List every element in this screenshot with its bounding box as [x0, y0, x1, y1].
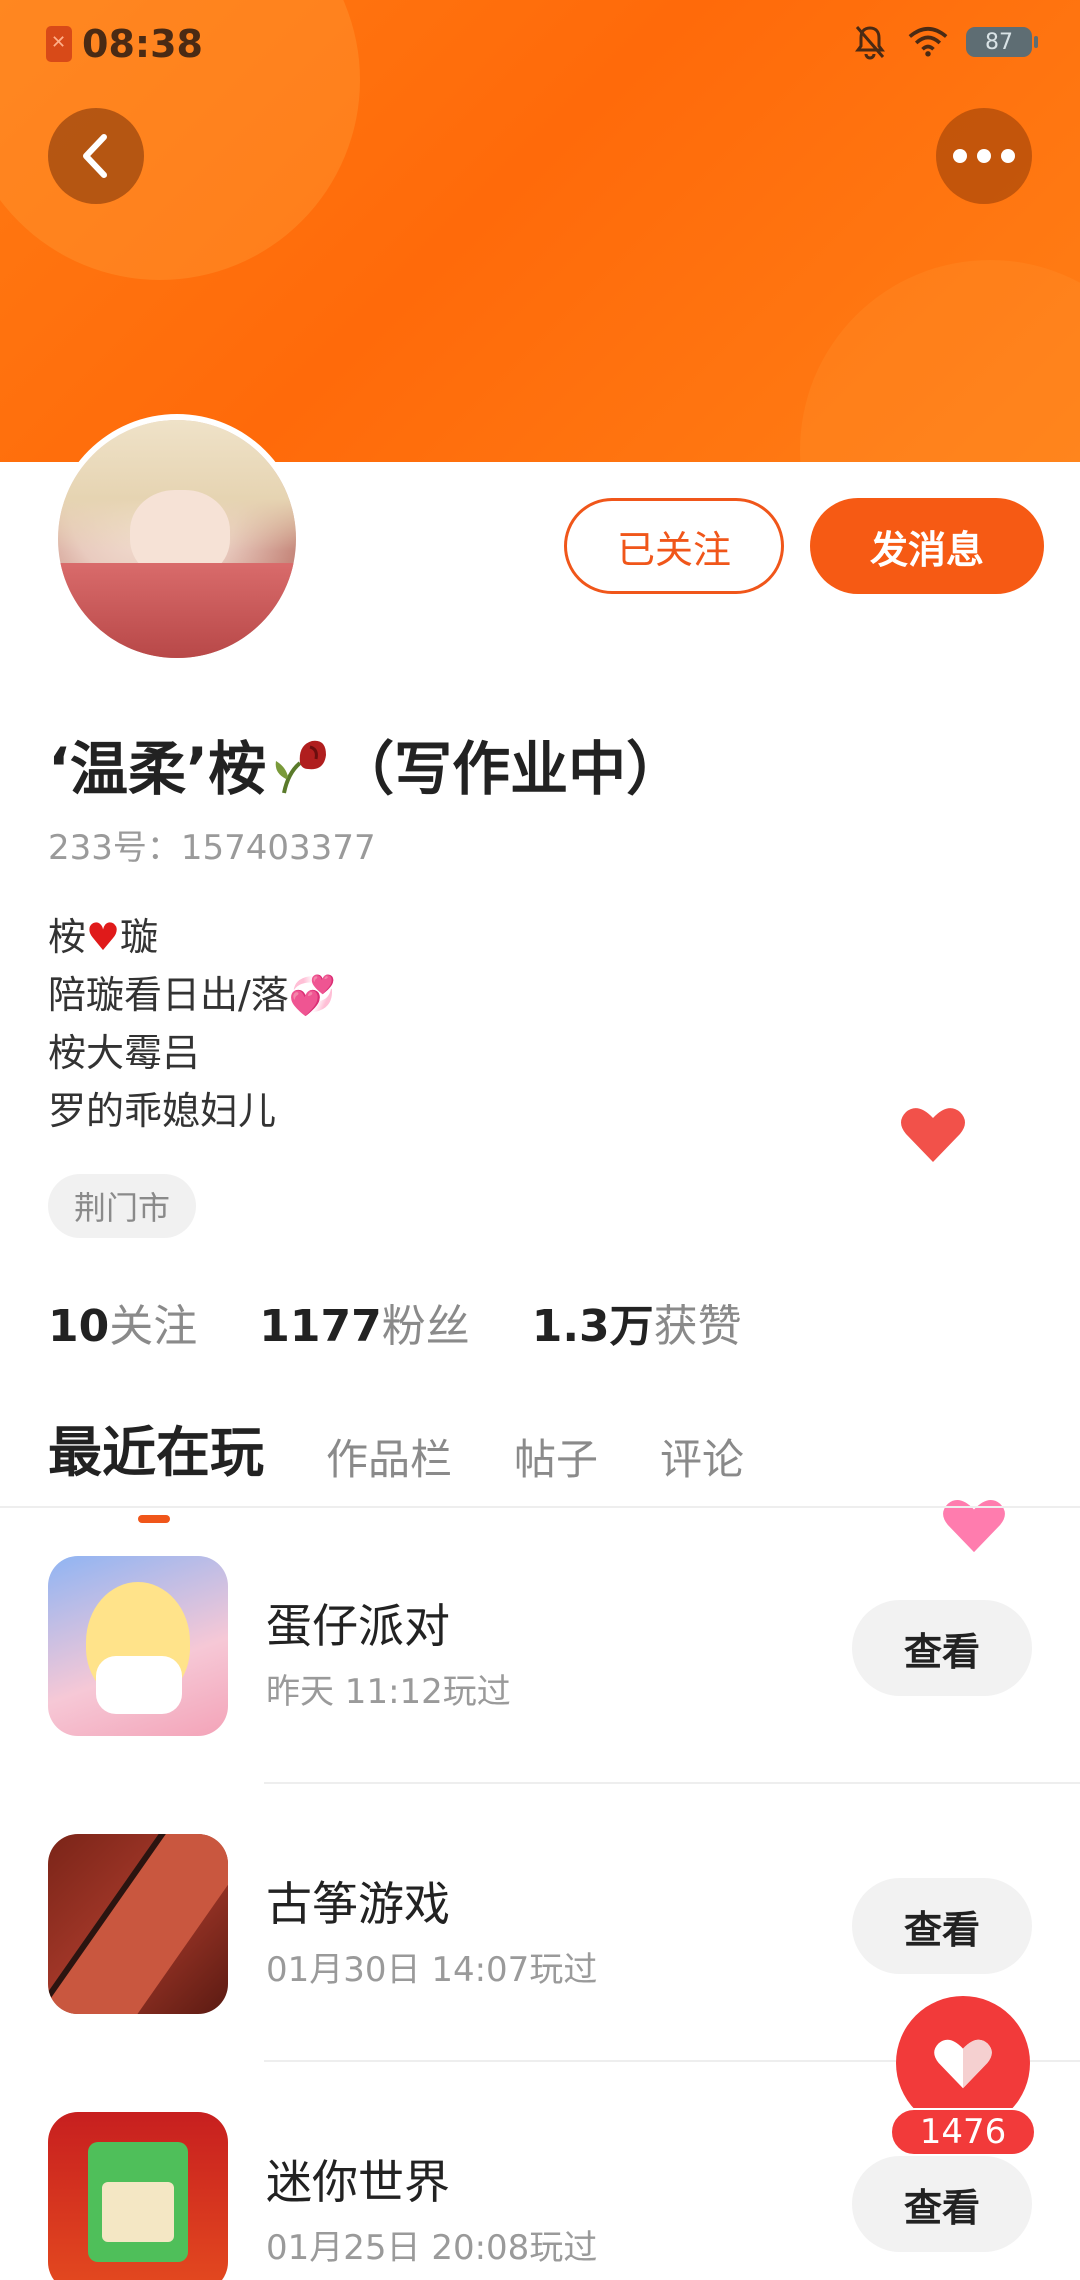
divider: [264, 1782, 1080, 1784]
user-id: 233号：157403377: [48, 828, 376, 868]
game-title: 蛋仔派对: [266, 1599, 450, 1653]
banner-decoration: [800, 260, 1080, 462]
icon-shape: [96, 1656, 182, 1714]
likes-label: 获赞: [653, 1301, 742, 1352]
profile-tabs: 最近在玩 作品栏 帖子 评论: [48, 1408, 744, 1523]
following-count: 10: [48, 1301, 110, 1352]
more-dots-icon: [953, 149, 1015, 163]
bio-line: 罗的乖媳妇儿: [48, 1089, 277, 1133]
tab-comments[interactable]: 评论: [660, 1426, 744, 1487]
avatar[interactable]: [52, 414, 302, 664]
divider: [0, 1506, 1080, 1508]
tab-posts[interactable]: 帖子: [514, 1426, 598, 1487]
heart-icon: [934, 2039, 992, 2089]
avatar-coat: [58, 562, 296, 658]
view-button[interactable]: 查看: [852, 1878, 1032, 1974]
fans-stat[interactable]: 1177粉丝: [259, 1290, 469, 1354]
last-played: 01月30日 14:07玩过: [266, 1950, 598, 1990]
location-tag: 荆门市: [48, 1174, 197, 1238]
bio-text: 璇: [120, 915, 159, 959]
followed-button[interactable]: 已关注: [564, 498, 784, 594]
battery-icon: 87: [966, 27, 1038, 57]
profile-page: 08:38 87: [0, 0, 1080, 2280]
likes-stat[interactable]: 1.3万获赞: [532, 1290, 742, 1354]
profile-name-prefix: ‘温柔’桉: [48, 735, 267, 803]
profile-stats: 10关注 1177粉丝 1.3万获赞: [48, 1290, 742, 1354]
more-button[interactable]: [936, 108, 1032, 204]
view-button[interactable]: 查看: [852, 2156, 1032, 2252]
avatar-image: [58, 420, 296, 658]
game-icon: [48, 2112, 228, 2280]
no-sim-icon: [46, 26, 72, 62]
game-title: 古筝游戏: [266, 1877, 450, 1931]
status-bar-right: 87: [850, 22, 1038, 62]
following-stat[interactable]: 10关注: [48, 1290, 197, 1354]
profile-name-suffix: （写作业中）: [336, 735, 685, 803]
last-played: 01月25日 20:08玩过: [266, 2228, 598, 2268]
list-item[interactable]: 蛋仔派对 昨天 11:12玩过 查看: [0, 1536, 1080, 1814]
bio-text: 桉: [48, 915, 87, 959]
bio-line: 陪璇看日出/落💞: [48, 973, 337, 1017]
bio-line: 桉♥璇: [48, 908, 336, 966]
game-title: 迷你世界: [266, 2155, 450, 2209]
status-time: 08:38: [82, 22, 203, 66]
bio: 桉♥璇 陪璇看日出/落💞 桉大霉吕 罗的乖媳妇儿: [48, 908, 336, 1140]
likes-count: 1.3万: [531, 1301, 654, 1352]
floating-heart-icon: [901, 1108, 965, 1162]
heart-icon: ♥: [86, 915, 121, 959]
tab-recently-played[interactable]: 最近在玩: [48, 1408, 264, 1523]
game-icon: [48, 1556, 228, 1736]
last-played: 昨天 11:12玩过: [266, 1672, 511, 1712]
wilted-rose-icon: [270, 733, 332, 795]
following-label: 关注: [109, 1301, 198, 1352]
mute-bell-icon: [850, 22, 890, 62]
fans-count: 1177: [259, 1301, 382, 1352]
back-button[interactable]: [48, 108, 144, 204]
wifi-icon: [908, 22, 948, 62]
send-message-button[interactable]: 发消息: [810, 498, 1044, 594]
view-button[interactable]: 查看: [852, 1600, 1032, 1696]
tab-works[interactable]: 作品栏: [326, 1426, 452, 1487]
fans-label: 粉丝: [381, 1301, 470, 1352]
status-bar-left: 08:38: [46, 22, 203, 66]
bio-line: 桉大霉吕: [48, 1031, 201, 1075]
like-count-badge: 1476: [890, 2108, 1036, 2156]
chevron-left-icon: [83, 134, 107, 178]
profile-name: ‘温柔’桉 （写作业中）: [48, 722, 684, 806]
icon-shape: [102, 2182, 174, 2242]
icon-shape: [48, 1834, 228, 2014]
status-bar: 08:38 87: [0, 0, 1080, 88]
game-icon: [48, 1834, 228, 2014]
